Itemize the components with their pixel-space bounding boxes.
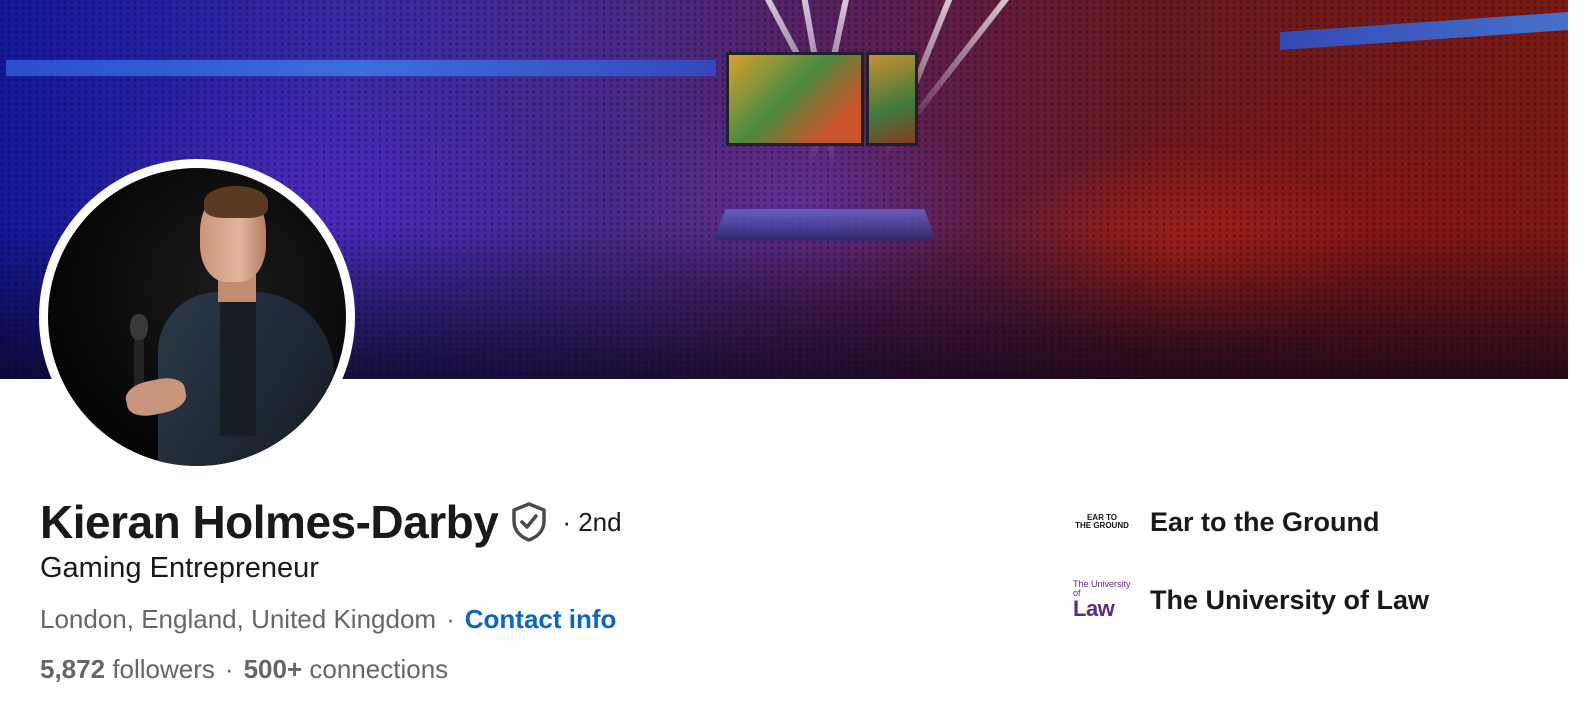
location-row: London, England, United Kingdom · Contac… (40, 604, 616, 635)
avatar-shirt (220, 296, 256, 436)
separator-dot: · (224, 654, 234, 684)
logo-text: Law (1073, 596, 1115, 621)
connections-stat[interactable]: 500+ connections (244, 654, 449, 685)
avatar-hair (204, 186, 268, 218)
profile-name: Kieran Holmes-Darby (40, 496, 499, 548)
shield-check-icon[interactable] (510, 501, 548, 543)
followers-label: followers (112, 654, 215, 684)
separator-dot: · (446, 604, 455, 634)
org-university-of-law[interactable]: The University of Law The University of … (1072, 578, 1429, 622)
profile-headline: Gaming Entrepreneur (40, 552, 319, 584)
microphone-head (130, 314, 148, 340)
org-name: The University of Law (1150, 584, 1430, 615)
connections-label: connections (309, 654, 449, 684)
ear-to-the-ground-logo: EAR TO THE GROUND (1072, 500, 1132, 544)
stats-row: 5,872 followers · 500+ connections (40, 654, 448, 685)
org-name: Ear to the Ground (1150, 506, 1380, 537)
banner-arena-screen (866, 52, 918, 146)
connections-count: 500+ (243, 654, 303, 684)
avatar[interactable] (48, 168, 346, 466)
org-ear-to-the-ground[interactable]: EAR TO THE GROUND Ear to the Ground (1072, 500, 1380, 544)
contact-info-link[interactable]: Contact info (465, 604, 617, 635)
followers-stat[interactable]: 5,872 followers (40, 654, 215, 685)
banner-led-ribbon (6, 60, 716, 76)
logo-text: THE GROUND (1075, 521, 1129, 530)
banner-arena-screen (726, 52, 864, 146)
university-of-law-logo: The University of Law (1072, 578, 1132, 622)
connection-degree: · 2nd (562, 506, 622, 537)
name-row: Kieran Holmes-Darby · 2nd (40, 494, 622, 550)
followers-count: 5,872 (40, 654, 106, 684)
profile-location: London, England, United Kingdom (40, 604, 437, 634)
